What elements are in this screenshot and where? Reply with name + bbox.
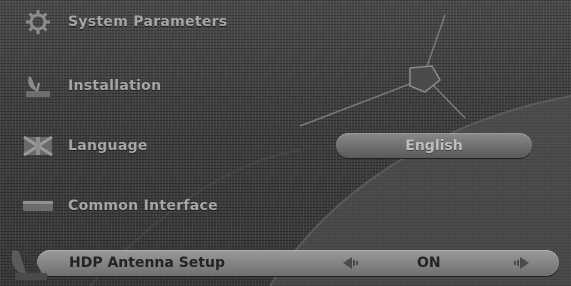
menu-item-hdp-antenna-setup[interactable]: HDP Antenna Setup ON	[5, 244, 568, 284]
menu-label-language: Language	[68, 138, 148, 154]
hdp-antenna-setup-label: HDP Antenna Setup	[69, 255, 225, 271]
menu-label-installation: Installation	[68, 78, 162, 94]
dish-installation-icon	[18, 71, 58, 101]
osd-screen: System Parameters Installation Language	[0, 0, 571, 286]
arrow-left-icon[interactable]	[343, 257, 359, 269]
language-value-text: English	[405, 137, 463, 154]
menu-item-common-interface[interactable]: Common Interface	[18, 189, 218, 223]
arrow-right-icon[interactable]	[513, 257, 529, 269]
antenna-icon	[11, 249, 47, 280]
language-value-field[interactable]: English	[336, 133, 532, 158]
ci-card-icon	[18, 191, 58, 221]
language-flag-icon	[18, 131, 58, 161]
hdp-antenna-value: ON	[417, 255, 441, 271]
menu-label-common-interface: Common Interface	[68, 198, 218, 214]
gear-icon	[18, 7, 58, 37]
menu-item-system-parameters[interactable]: System Parameters	[18, 5, 227, 39]
menu-label-system-parameters: System Parameters	[68, 14, 228, 30]
menu-item-language[interactable]: Language	[18, 129, 148, 163]
menu-item-installation[interactable]: Installation	[18, 69, 161, 103]
